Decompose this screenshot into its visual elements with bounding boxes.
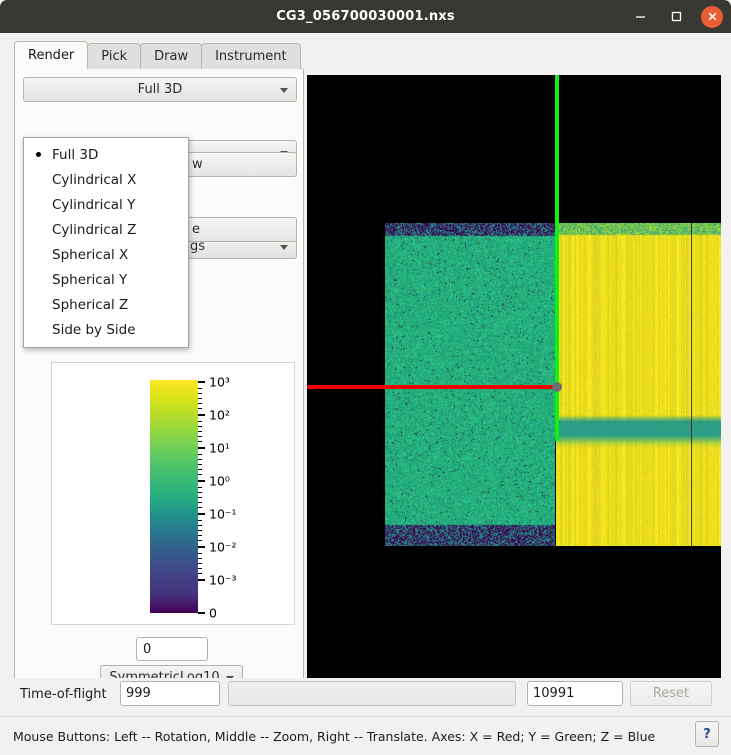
tab-bar: Render Pick Draw Instrument — [14, 42, 300, 69]
menu-item-spherical-x[interactable]: Spherical X — [24, 242, 188, 267]
menu-item-label: Spherical Y — [52, 272, 127, 288]
menu-item-spherical-y[interactable]: Spherical Y — [24, 267, 188, 292]
instrument-view-window: CG3_056700030001.nxs Render Pick Draw In… — [0, 0, 731, 755]
reset-view-label: w — [192, 157, 203, 172]
colorbar-tick-label: 10⁻³ — [209, 573, 237, 588]
instrument-3d-viewport[interactable] — [307, 75, 721, 697]
menu-item-spherical-z[interactable]: Spherical Z — [24, 292, 188, 317]
main-body: Render Pick Draw Instrument Full 3D w gs — [0, 33, 731, 678]
tab-render[interactable]: Render — [14, 41, 88, 69]
colorbar-tick-label: 10³ — [209, 375, 230, 390]
menu-item-side-by-side[interactable]: Side by Side — [24, 317, 188, 342]
menu-item-label: Side by Side — [52, 322, 136, 338]
menu-item-cylindrical-z[interactable]: Cylindrical Z — [24, 217, 188, 242]
detector-band — [556, 415, 721, 448]
menu-item-full-3d[interactable]: Full 3D — [24, 142, 188, 167]
menu-item-label: Spherical X — [52, 247, 128, 263]
timeofflight-min-input[interactable]: 999 — [120, 681, 220, 706]
window-title: CG3_056700030001.nxs — [0, 9, 731, 24]
tab-instrument[interactable]: Instrument — [201, 43, 301, 69]
axis-x-line — [307, 385, 557, 389]
colorbar-tick-label: 10² — [209, 408, 230, 423]
colorbar-tick-label: 0 — [209, 606, 217, 621]
chevron-down-icon — [280, 88, 288, 93]
colorbar-tick-label: 10⁻² — [209, 540, 237, 555]
colorbar-tick-label: 10⁻¹ — [209, 507, 237, 522]
help-button[interactable]: ? — [695, 721, 719, 747]
colorbar-tick-label: 10⁰ — [209, 474, 230, 489]
menu-item-label: Cylindrical X — [52, 172, 136, 188]
save-image-label: e — [192, 222, 200, 237]
window-controls — [629, 0, 723, 33]
colorbar-gradient[interactable] — [150, 380, 198, 613]
menu-item-label: Spherical Z — [52, 297, 128, 313]
minimize-icon[interactable] — [629, 6, 651, 28]
menu-item-cylindrical-y[interactable]: Cylindrical Y — [24, 192, 188, 217]
selected-bullet-icon — [36, 152, 41, 157]
timeofflight-slider[interactable] — [228, 681, 516, 706]
colorbar-min-input[interactable]: 0 — [136, 637, 208, 661]
menu-item-label: Full 3D — [52, 147, 98, 163]
reset-button[interactable]: Reset — [630, 681, 712, 706]
colorbar-panel: 10³ 10² 10¹ 10⁰ 10⁻¹ 10⁻² 10⁻³ 0 — [51, 362, 295, 625]
origin-marker — [552, 382, 562, 392]
menu-item-label: Cylindrical Y — [52, 197, 135, 213]
tab-pick[interactable]: Pick — [87, 43, 141, 69]
chevron-down-icon — [280, 245, 288, 250]
detector-panel-right[interactable] — [556, 223, 721, 546]
tab-draw[interactable]: Draw — [140, 43, 202, 69]
projection-combo[interactable]: Full 3D — [23, 77, 297, 102]
projection-dropdown-menu[interactable]: Full 3D Cylindrical X Cylindrical Y Cyli… — [23, 137, 189, 348]
menu-item-label: Cylindrical Z — [52, 222, 136, 238]
window-titlebar: CG3_056700030001.nxs — [0, 0, 731, 33]
status-bar-text: Mouse Buttons: Left -- Rotation, Middle … — [13, 729, 655, 744]
colorbar-ticks: 10³ 10² 10¹ 10⁰ 10⁻¹ 10⁻² 10⁻³ 0 — [198, 380, 294, 625]
close-icon[interactable] — [701, 6, 723, 28]
projection-combo-value: Full 3D — [138, 82, 183, 97]
detector-dead-column — [691, 223, 692, 546]
status-bar: Mouse Buttons: Left -- Rotation, Middle … — [0, 716, 731, 755]
colorbar-tick-label: 10¹ — [209, 441, 230, 456]
maximize-icon[interactable] — [665, 6, 687, 28]
menu-item-cylindrical-x[interactable]: Cylindrical X — [24, 167, 188, 192]
timeofflight-label: Time-of-flight — [20, 687, 107, 702]
timeofflight-max-input[interactable]: 10991 — [527, 681, 623, 706]
